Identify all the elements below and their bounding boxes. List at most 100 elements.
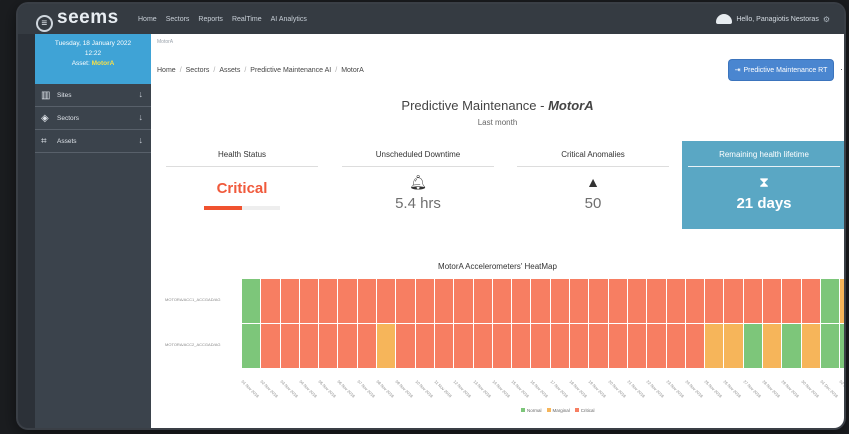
- breadcrumb-assets[interactable]: Assets: [219, 67, 240, 74]
- more-options-icon[interactable]: ⋯: [840, 64, 844, 75]
- heatmap-cell[interactable]: [550, 324, 570, 368]
- heatmap-cell[interactable]: [357, 279, 377, 323]
- predictive-maintenance-rt-button[interactable]: ⇥ Predictive Maintenance RT: [729, 60, 833, 80]
- card-title: Health Status: [166, 141, 318, 167]
- heatmap-cell[interactable]: [473, 279, 492, 323]
- heatmap-cell[interactable]: [666, 324, 685, 368]
- heatmap-cell[interactable]: [705, 279, 724, 323]
- heatmap-cell[interactable]: [685, 324, 705, 368]
- breadcrumb-home[interactable]: Home: [157, 67, 176, 74]
- heatmap-cell[interactable]: [492, 279, 512, 323]
- heatmap-cell[interactable]: [589, 324, 608, 368]
- heatmap-cell[interactable]: [280, 279, 299, 323]
- heatmap-cell[interactable]: [319, 279, 338, 323]
- heatmap-cell[interactable]: [570, 279, 589, 323]
- legend-item[interactable]: Normal: [521, 408, 542, 413]
- legend-item[interactable]: Critical: [574, 408, 595, 413]
- breadcrumb-sectors[interactable]: Sectors: [186, 67, 210, 74]
- heatmap-cell[interactable]: [627, 279, 647, 323]
- heatmap-cell[interactable]: [396, 279, 415, 323]
- heatmap-x-tick: 12 Nov 2018: [453, 377, 473, 399]
- heatmap-cell[interactable]: [377, 324, 396, 368]
- heatmap-cell[interactable]: [396, 324, 415, 368]
- heatmap-cell[interactable]: [242, 279, 261, 323]
- nav-reports[interactable]: Reports: [198, 16, 223, 23]
- heatmap-cell[interactable]: [512, 324, 531, 368]
- arrow-down-icon[interactable]: ↓: [139, 135, 144, 145]
- heatmap-cell[interactable]: [550, 279, 570, 323]
- heatmap-cell[interactable]: [415, 324, 434, 368]
- heatmap-cell[interactable]: [647, 324, 666, 368]
- downtime-card: Unscheduled Downtime 🔔︎ 5.4 hrs: [336, 141, 500, 229]
- app-logo[interactable]: ≡ seems: [36, 7, 119, 32]
- heatmap-cell[interactable]: [434, 324, 454, 368]
- heatmap-cell[interactable]: [647, 279, 666, 323]
- heatmap-cell[interactable]: [724, 279, 743, 323]
- heatmap-cell[interactable]: [627, 324, 647, 368]
- sidebar-item-sectors[interactable]: ◈ Sectors ↓: [35, 107, 151, 130]
- heatmap-cell[interactable]: [840, 279, 844, 323]
- arrow-down-icon[interactable]: ↓: [139, 112, 144, 122]
- heatmap-cell[interactable]: [299, 324, 319, 368]
- heatmap-cell[interactable]: [685, 279, 705, 323]
- hourglass-icon: ⧗: [759, 174, 769, 190]
- heatmap-cell[interactable]: [319, 324, 338, 368]
- heatmap-cell[interactable]: [242, 324, 261, 368]
- heatmap-cell[interactable]: [782, 324, 801, 368]
- x-tick-label: 29 Nov 2018: [780, 379, 801, 399]
- heatmap-cell[interactable]: [454, 279, 473, 323]
- sidebar-item-assets[interactable]: ⌗ Assets ↓: [35, 130, 151, 153]
- heatmap-cell[interactable]: [531, 324, 550, 368]
- heatmap-cell[interactable]: [357, 324, 377, 368]
- nav-ai-analytics[interactable]: AI Analytics: [271, 16, 307, 23]
- pm-button-label: Predictive Maintenance RT: [743, 66, 828, 74]
- heatmap-cell[interactable]: [377, 279, 396, 323]
- logo-circle-icon: ≡: [36, 15, 53, 32]
- breadcrumb-pm-ai[interactable]: Predictive Maintenance AI: [250, 67, 331, 74]
- legend-item[interactable]: Marginal: [546, 408, 570, 413]
- nav-sectors[interactable]: Sectors: [166, 16, 190, 23]
- card-title: Critical Anomalies: [517, 141, 669, 167]
- heatmap-cell[interactable]: [454, 324, 473, 368]
- heatmap-cell[interactable]: [299, 279, 319, 323]
- heatmap-cell[interactable]: [473, 324, 492, 368]
- nav-realtime[interactable]: RealTime: [232, 16, 262, 23]
- heatmap-cell[interactable]: [763, 324, 782, 368]
- user-menu[interactable]: Hello, Panagiotis Nestoras ⚙: [716, 14, 830, 24]
- heatmap-cell[interactable]: [666, 279, 685, 323]
- heatmap-cell[interactable]: [338, 324, 357, 368]
- heatmap-cell[interactable]: [434, 279, 454, 323]
- heatmap-cell[interactable]: [261, 324, 280, 368]
- heatmap-x-tick: 26 Nov 2018: [723, 377, 743, 399]
- heatmap-cell[interactable]: [743, 279, 763, 323]
- heatmap-cell[interactable]: [801, 279, 820, 323]
- heatmap-cell[interactable]: [782, 279, 801, 323]
- heatmap-cell[interactable]: [608, 279, 627, 323]
- sidebar-item-sites[interactable]: ▥ Sites ↓: [35, 84, 151, 107]
- heatmap-cell[interactable]: [415, 279, 434, 323]
- heatmap-cell[interactable]: [589, 279, 608, 323]
- heatmap-cell[interactable]: [261, 279, 280, 323]
- heatmap-cell[interactable]: [743, 324, 763, 368]
- nav-home[interactable]: Home: [138, 16, 157, 23]
- heatmap-cell[interactable]: [724, 324, 743, 368]
- heatmap-cell[interactable]: [338, 279, 357, 323]
- x-tick-label: 08 Nov 2018: [375, 379, 396, 399]
- heatmap-cell[interactable]: [608, 324, 627, 368]
- heatmap-cell[interactable]: [820, 279, 840, 323]
- heatmap-cell[interactable]: [512, 279, 531, 323]
- downtime-value: 5.4 hrs: [395, 195, 441, 212]
- gear-icon[interactable]: ⚙: [823, 15, 830, 24]
- heatmap-cell[interactable]: [840, 324, 844, 368]
- heatmap-cell[interactable]: [531, 279, 550, 323]
- heatmap-cell[interactable]: [801, 324, 820, 368]
- heatmap-cell[interactable]: [492, 324, 512, 368]
- legend-swatch: [546, 408, 551, 412]
- heatmap-cell[interactable]: [705, 324, 724, 368]
- arrow-down-icon[interactable]: ↓: [139, 89, 144, 99]
- heatmap-cell[interactable]: [820, 324, 840, 368]
- page-crumb: MotorA: [157, 39, 174, 45]
- heatmap-cell[interactable]: [280, 324, 299, 368]
- heatmap-cell[interactable]: [570, 324, 589, 368]
- heatmap-cell[interactable]: [763, 279, 782, 323]
